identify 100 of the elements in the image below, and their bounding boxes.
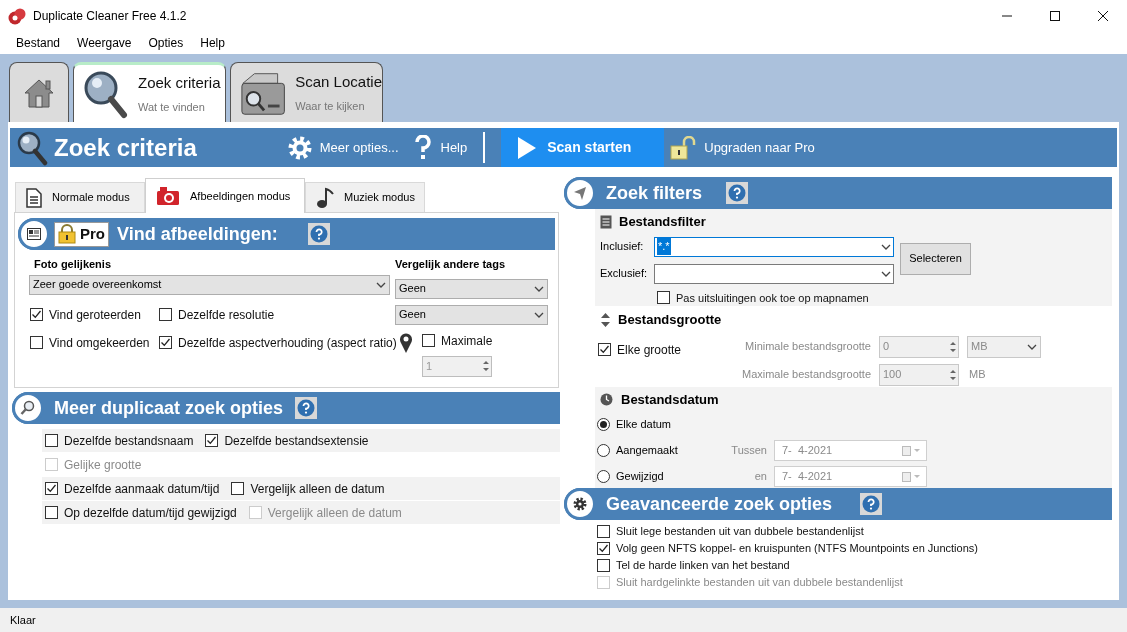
checkbox-label: Dezelfde aspectverhouding (aspect ratio) (178, 334, 397, 352)
checkbox-label: Maximale (441, 332, 493, 350)
checkbox[interactable] (45, 434, 58, 447)
field-label: Maximale bestandsgrootte (741, 367, 872, 383)
checkbox[interactable] (30, 308, 43, 321)
checkbox-label: Dezelfde bestandsnaam (64, 432, 194, 450)
tag-dropdown[interactable]: Geen (395, 304, 548, 325)
tab-subtitle: Wat te vinden (138, 99, 206, 115)
menu-item[interactable]: Bestand (8, 34, 69, 52)
radio-button[interactable] (597, 418, 610, 431)
main-tab[interactable]: Scan Locatie Waar te kijken (230, 62, 383, 122)
tab-title: Zoek criteria (138, 73, 221, 93)
menu-item[interactable]: Opties (140, 34, 192, 52)
tab-subtitle: Waar te kijken (295, 98, 366, 114)
menu-item[interactable]: Weergave (69, 34, 140, 52)
unlocked-padlock-icon (670, 135, 697, 160)
section-title: Meer duplicaat zoek opties (54, 396, 284, 420)
spin-arrows-icon (948, 367, 958, 382)
chevron-icon (534, 285, 544, 292)
checkbox-label: Sluit hardgelinkte bestanden uit van dubbele bestandenlijst (616, 575, 903, 591)
menu-item[interactable]: Help (192, 34, 233, 52)
calendar-icon (902, 471, 922, 482)
select-button[interactable]: Selecteren (900, 242, 971, 275)
date-field[interactable]: 7- 4-2021 (774, 440, 927, 461)
checkbox-label: Vind omgekeerden (49, 334, 150, 352)
checkbox[interactable] (231, 482, 245, 495)
help-button[interactable] (726, 182, 749, 204)
checkbox[interactable] (597, 542, 610, 555)
date-field[interactable]: 7- 4-2021 (774, 466, 927, 487)
group-title: Bestandsfilter (619, 213, 706, 231)
gear-icon (286, 134, 313, 161)
list-icon (600, 214, 612, 229)
group-title: Bestandsgrootte (618, 311, 722, 329)
field-label: en (753, 469, 767, 485)
close-icon[interactable] (1097, 10, 1109, 22)
radio-button[interactable] (597, 470, 610, 483)
chevron-icon (881, 243, 891, 250)
checkbox-label: Pas uitsluitingen ook toe op mapnamen (676, 290, 869, 306)
play-icon (517, 135, 538, 160)
checkbox[interactable] (597, 559, 610, 572)
help-button[interactable]: Help (414, 128, 468, 167)
field-label: Minimale bestandsgrootte (744, 339, 872, 355)
checkbox[interactable] (159, 336, 172, 349)
map-pin-icon (399, 331, 413, 354)
checkbox-label: Dezelfde resolutie (178, 306, 275, 324)
checkbox[interactable] (598, 343, 611, 356)
checkbox-label: Dezelfde aanmaak datum/tijd (64, 480, 220, 498)
checkbox[interactable] (205, 434, 219, 447)
exclude-dropdown[interactable] (654, 263, 894, 284)
maximize-icon[interactable] (1049, 10, 1061, 22)
similarity-dropdown[interactable]: Zeer goede overeenkomst (29, 274, 390, 295)
pro-badge: Pro (54, 221, 109, 247)
checkbox-label: Vergelijk alleen de datum (250, 480, 385, 498)
checkbox[interactable] (159, 308, 172, 321)
checkbox-label: Vergelijk alleen de datum (267, 504, 402, 522)
checkbox-label: Tel de harde linken van het bestand (616, 558, 790, 574)
section-title: Vind afbeeldingen: (117, 222, 278, 246)
checkbox[interactable] (30, 336, 43, 349)
tab-title: Scan Locatie (295, 72, 382, 92)
clock-icon (600, 393, 613, 407)
checkbox[interactable] (45, 482, 58, 495)
field-label: Foto gelijkenis (33, 257, 112, 272)
tag-dropdown[interactable]: Geen (395, 278, 548, 299)
mode-tab[interactable]: Muziek modus (305, 182, 425, 212)
checkbox-label: Sluit lege bestanden uit van dubbele bestandenlijst (616, 524, 864, 540)
checkbox[interactable] (422, 334, 435, 347)
more-options-button[interactable]: Meer opties... (286, 128, 399, 167)
help-button[interactable] (295, 397, 318, 419)
field-label: Inclusief: (600, 239, 645, 255)
field-label: Tussen (730, 443, 767, 459)
main-tab[interactable] (9, 62, 69, 122)
window-title: Duplicate Cleaner Free 4.1.2 (33, 8, 187, 25)
checkbox[interactable] (657, 291, 670, 305)
section-title: Geavanceerde zoek opties (606, 492, 833, 516)
radio-button[interactable] (597, 444, 610, 457)
radio-label: Gewijzigd (616, 469, 664, 485)
chevron-icon (1027, 343, 1037, 350)
radio-label: Elke datum (616, 417, 672, 433)
field-label: Vergelijk andere tags (395, 257, 507, 272)
toolbar-title: Zoek criteria (54, 132, 197, 163)
help-button[interactable] (860, 493, 883, 515)
mode-tab[interactable]: Normale modus (15, 182, 145, 212)
checkbox-label: Dezelfde bestandsextensie (224, 432, 369, 450)
checkbox-label: Volg geen NFTS koppel- en kruispunten (NTFS Mountpoints en Junctions) (616, 541, 978, 557)
group-title: Bestandsdatum (621, 391, 719, 409)
checkbox[interactable] (597, 525, 610, 538)
chevron-icon (881, 270, 891, 277)
section-title: Zoek filters (606, 181, 703, 205)
checkbox-label: Vind geroteerden (49, 306, 141, 324)
include-dropdown[interactable]: *.* (654, 236, 894, 257)
padlock-icon (58, 224, 76, 244)
up-down-arrows-icon (601, 312, 610, 327)
checkbox[interactable] (45, 506, 58, 519)
help-button[interactable] (307, 223, 330, 245)
app-logo-icon (8, 7, 26, 25)
unit-label: MB (969, 367, 986, 383)
checkbox-label: Op dezelfde datum/tijd gewijzigd (64, 504, 237, 522)
upgrade-button[interactable]: Upgraden naar Pro (670, 128, 815, 167)
main-tab[interactable]: Zoek criteria Wat te vinden (73, 62, 226, 122)
mode-tab[interactable]: Afbeeldingen modus (145, 178, 305, 213)
